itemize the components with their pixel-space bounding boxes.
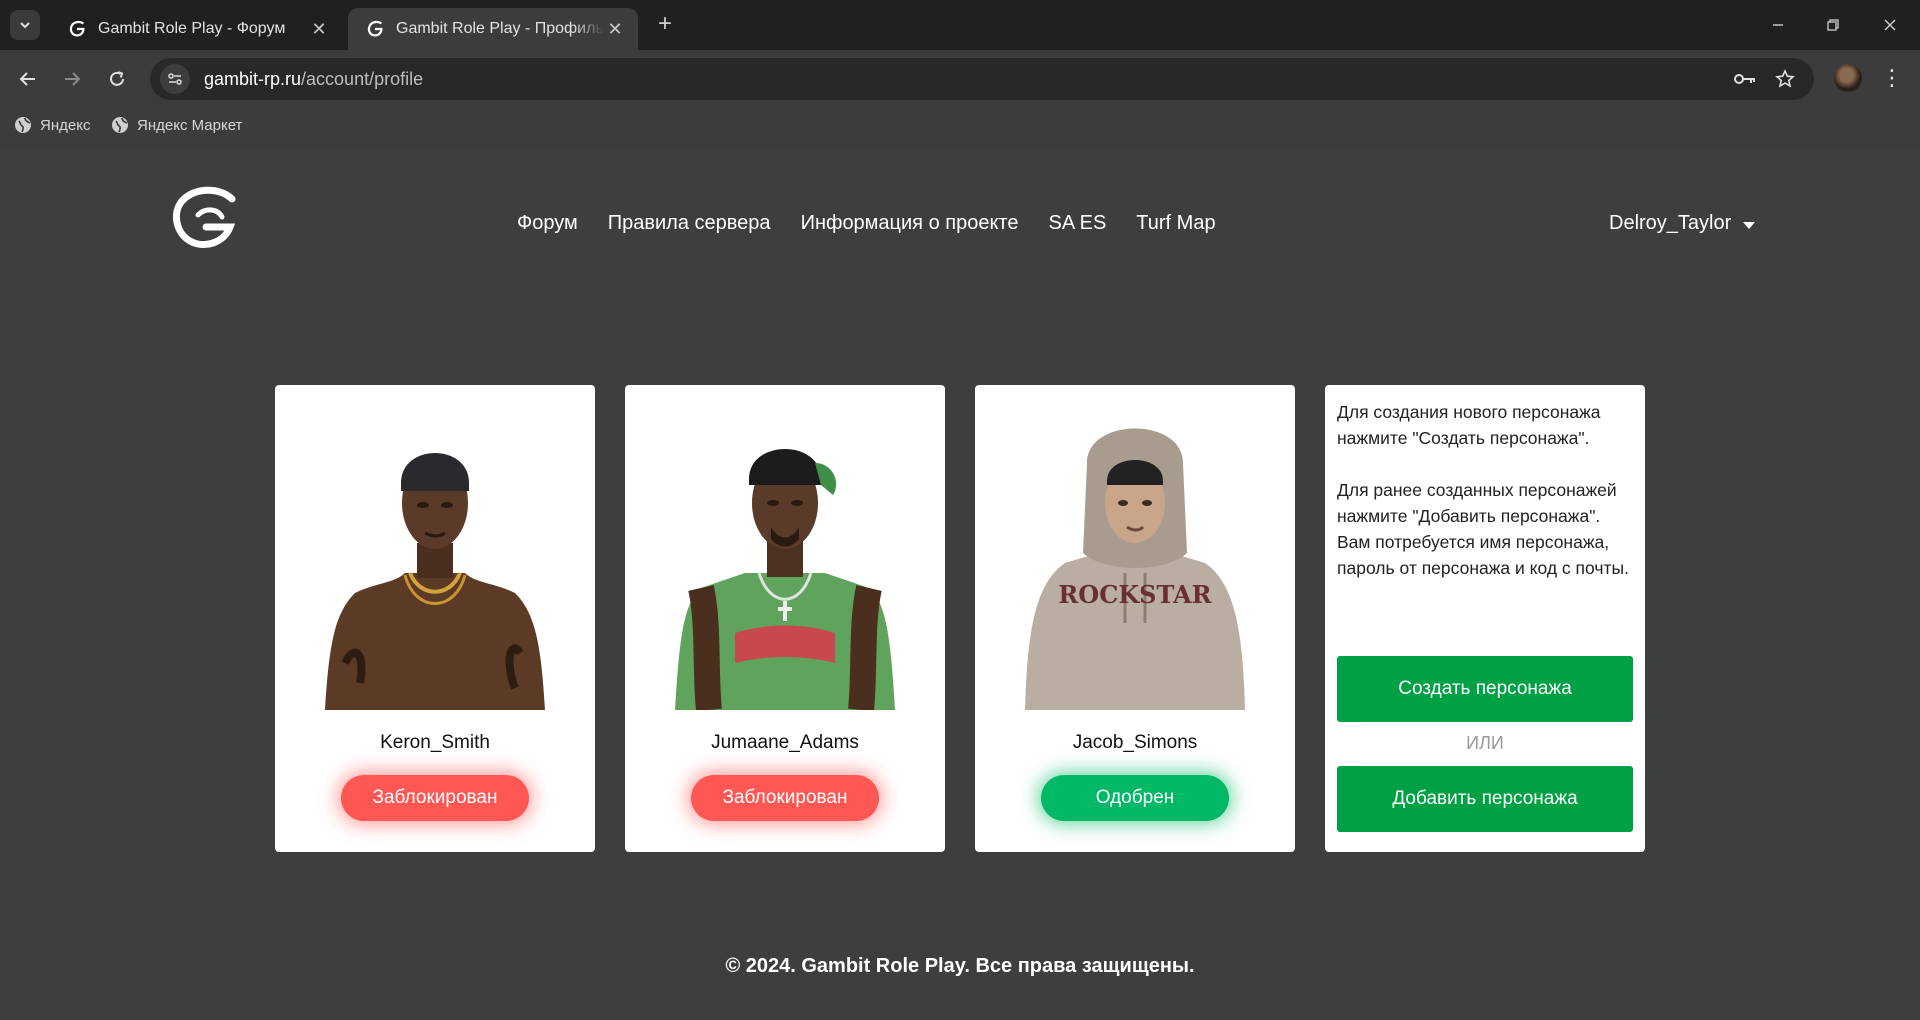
character-portrait xyxy=(675,449,895,710)
add-character-panel: Для создания нового персонажа нажмите "С… xyxy=(1325,385,1645,852)
tab-search-button[interactable] xyxy=(10,10,40,40)
or-separator: ИЛИ xyxy=(1466,733,1504,753)
character-portrait: ROCKSTAR xyxy=(1025,428,1245,710)
bookmark-yandex-market[interactable]: Яндекс Маркет xyxy=(111,116,242,134)
nav-turf-map[interactable]: Turf Map xyxy=(1136,212,1215,235)
main-nav: Форум Правила сервера Информация о проек… xyxy=(517,212,1216,235)
username: Delroy_Taylor xyxy=(1609,212,1732,234)
character-name: Keron_Smith xyxy=(380,732,490,753)
gambit-logo-icon[interactable] xyxy=(168,185,240,255)
tab-strip: Gambit Role Play - Форум ✕ Gambit Role P… xyxy=(0,0,1920,50)
character-name: Jacob_Simons xyxy=(1072,732,1198,753)
nav-project-info[interactable]: Информация о проекте xyxy=(801,212,1019,235)
character-card: ROCKSTAR Jacob_Simons Одобрен xyxy=(975,385,1295,852)
gambit-favicon-icon xyxy=(367,20,383,37)
minimize-icon[interactable] xyxy=(1758,10,1798,40)
footer-copyright: © 2024. Gambit Role Play. Все права защи… xyxy=(725,955,1195,977)
more-options-icon[interactable]: ⋮ xyxy=(1880,64,1904,94)
nav-server-rules[interactable]: Правила сервера xyxy=(608,212,771,235)
character-list: Keron_Smith Заблокирован Jumaane_Adams З… xyxy=(275,385,1645,852)
browser-toolbar: gambit-rp.ru/account/profile ⋮ xyxy=(0,50,1920,108)
create-character-button[interactable]: Создать персонажа xyxy=(1337,656,1633,722)
star-icon[interactable] xyxy=(1770,64,1800,94)
close-icon[interactable]: ✕ xyxy=(604,19,626,40)
svg-text:ROCKSTAR: ROCKSTAR xyxy=(1058,580,1212,609)
nav-sa-es[interactable]: SA ES xyxy=(1048,212,1106,235)
tab-title: Gambit Role Play - Профиль UCP xyxy=(396,20,604,37)
character-card: Keron_Smith Заблокирован xyxy=(275,385,595,852)
key-icon[interactable] xyxy=(1730,64,1760,94)
tab-profile[interactable]: Gambit Role Play - Профиль UCP ✕ xyxy=(348,8,638,50)
tab-forum[interactable]: Gambit Role Play - Форум ✕ xyxy=(50,8,342,50)
globe-icon xyxy=(112,117,128,133)
caret-down-icon xyxy=(1743,221,1756,229)
bookmarks-bar: Яндекс Яндекс Маркет xyxy=(0,108,1920,150)
instructions-text: Для создания нового персонажа нажмите "С… xyxy=(1337,402,1629,578)
plus-icon[interactable]: + xyxy=(652,12,678,38)
nav-forum[interactable]: Форум xyxy=(517,212,578,235)
address-bar[interactable]: gambit-rp.ru/account/profile xyxy=(150,58,1814,100)
back-icon[interactable] xyxy=(13,64,43,94)
chevron-down-icon xyxy=(20,22,30,29)
character-portrait xyxy=(325,453,545,710)
status-badge[interactable]: Заблокирован xyxy=(691,775,879,821)
close-icon[interactable]: ✕ xyxy=(308,19,330,40)
gambit-favicon-icon xyxy=(69,20,85,37)
restore-icon[interactable] xyxy=(1813,10,1853,40)
tab-title: Gambit Role Play - Форум xyxy=(98,20,286,37)
url-text: gambit-rp.ru/account/profile xyxy=(204,68,424,89)
forward-icon[interactable] xyxy=(57,64,87,94)
status-badge[interactable]: Одобрен xyxy=(1041,775,1229,821)
status-badge[interactable]: Заблокирован xyxy=(341,775,529,821)
page-content: Форум Правила сервера Информация о проек… xyxy=(0,150,1920,1020)
window-close-icon[interactable] xyxy=(1870,10,1910,40)
user-menu[interactable]: Delroy_Taylor xyxy=(1609,212,1756,235)
globe-icon xyxy=(15,117,31,133)
reload-icon[interactable] xyxy=(102,64,132,94)
site-settings-icon[interactable] xyxy=(160,64,190,94)
character-name: Jumaane_Adams xyxy=(711,732,859,753)
avatar[interactable] xyxy=(1834,64,1862,92)
bookmark-yandex[interactable]: Яндекс xyxy=(14,116,90,134)
add-character-button[interactable]: Добавить персонажа xyxy=(1337,766,1633,832)
character-card: Jumaane_Adams Заблокирован xyxy=(625,385,945,852)
